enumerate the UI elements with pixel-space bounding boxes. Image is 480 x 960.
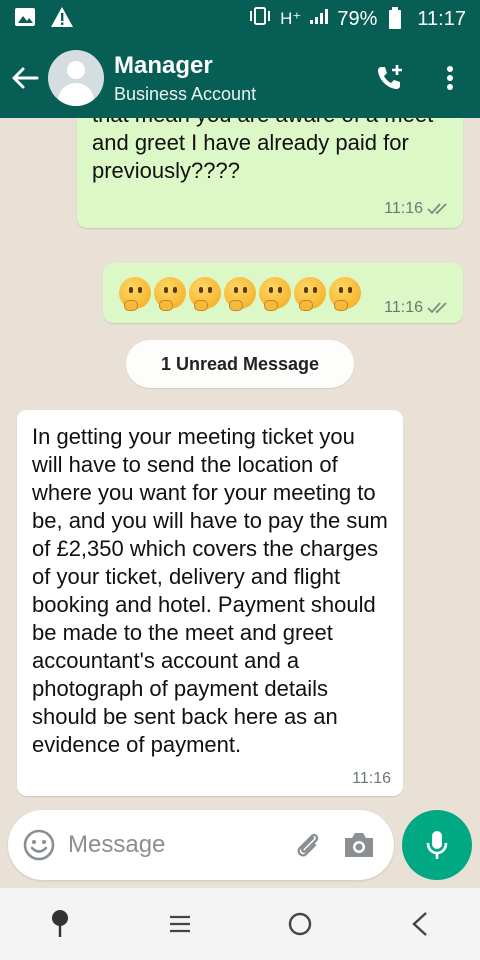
- vibrate-icon: [248, 6, 272, 32]
- voice-message-button[interactable]: [402, 810, 472, 880]
- add-call-button[interactable]: [360, 38, 420, 118]
- message-input[interactable]: Message: [68, 831, 292, 859]
- signal-icon: [309, 7, 329, 31]
- unread-divider: 1 Unread Message: [126, 340, 354, 388]
- outgoing-message[interactable]: I have always been showing,Does that mea…: [77, 118, 463, 228]
- message-meta: 11:16: [384, 299, 451, 317]
- contact-info[interactable]: Manager Business Account: [114, 52, 256, 105]
- thinking-face-icon: [329, 277, 361, 311]
- message-meta: 11:16: [352, 770, 391, 788]
- status-bar: H⁺ 79% 11:17: [0, 0, 480, 38]
- network-type: H⁺: [280, 9, 302, 28]
- clock: 11:17: [417, 7, 466, 30]
- back-nav-button[interactable]: [390, 894, 450, 954]
- more-vert-icon: [447, 66, 453, 90]
- back-arrow-icon: [12, 67, 39, 89]
- home-button[interactable]: [270, 894, 330, 954]
- battery-icon: [389, 6, 402, 29]
- thinking-face-icon: [154, 277, 186, 311]
- incoming-message[interactable]: In getting your meeting ticket you will …: [17, 410, 403, 796]
- pin-icon: [52, 910, 68, 937]
- message-composer: Message: [8, 810, 394, 880]
- outgoing-message[interactable]: 11:16: [103, 263, 463, 323]
- emoji-button[interactable]: [22, 828, 56, 862]
- system-nav-bar: [0, 888, 480, 960]
- camera-icon: [345, 833, 373, 857]
- chat-area[interactable]: I have always been showing,Does that mea…: [0, 118, 480, 806]
- smiley-icon: [23, 829, 55, 861]
- back-button[interactable]: [2, 38, 48, 118]
- camera-button[interactable]: [342, 830, 376, 860]
- chat-header: Manager Business Account: [0, 38, 480, 118]
- home-circle-icon: [288, 912, 312, 936]
- menu-lines-icon: [170, 915, 190, 933]
- thinking-face-icon: [119, 277, 151, 311]
- gallery-notification-icon: [14, 7, 36, 32]
- message-text: I have always been showing,Does that mea…: [92, 118, 433, 183]
- thinking-face-icon: [259, 277, 291, 311]
- message-time: 11:16: [384, 200, 423, 217]
- more-options-button[interactable]: [420, 38, 480, 118]
- add-call-icon: [378, 65, 402, 89]
- back-chevron-icon: [412, 912, 427, 936]
- microphone-icon: [426, 831, 448, 859]
- message-meta: 11:16: [384, 200, 451, 218]
- contact-subtitle: Business Account: [114, 83, 257, 104]
- warning-notification-icon: [50, 6, 74, 33]
- battery-percent: 79%: [337, 7, 378, 30]
- read-ticks-icon: [427, 302, 447, 314]
- emoji-row: [119, 277, 361, 311]
- paperclip-icon: [297, 833, 319, 857]
- message-time: 11:16: [384, 299, 423, 316]
- thinking-face-icon: [294, 277, 326, 311]
- avatar[interactable]: [48, 50, 104, 106]
- read-ticks-icon: [427, 203, 447, 215]
- assistant-button[interactable]: [30, 894, 90, 954]
- message-time: 11:16: [352, 770, 391, 787]
- recents-button[interactable]: [150, 894, 210, 954]
- message-text: In getting your meeting ticket you will …: [32, 424, 388, 757]
- contact-name: Manager: [114, 51, 213, 79]
- thinking-face-icon: [189, 277, 221, 311]
- thinking-face-icon: [224, 277, 256, 311]
- attach-button[interactable]: [292, 829, 324, 861]
